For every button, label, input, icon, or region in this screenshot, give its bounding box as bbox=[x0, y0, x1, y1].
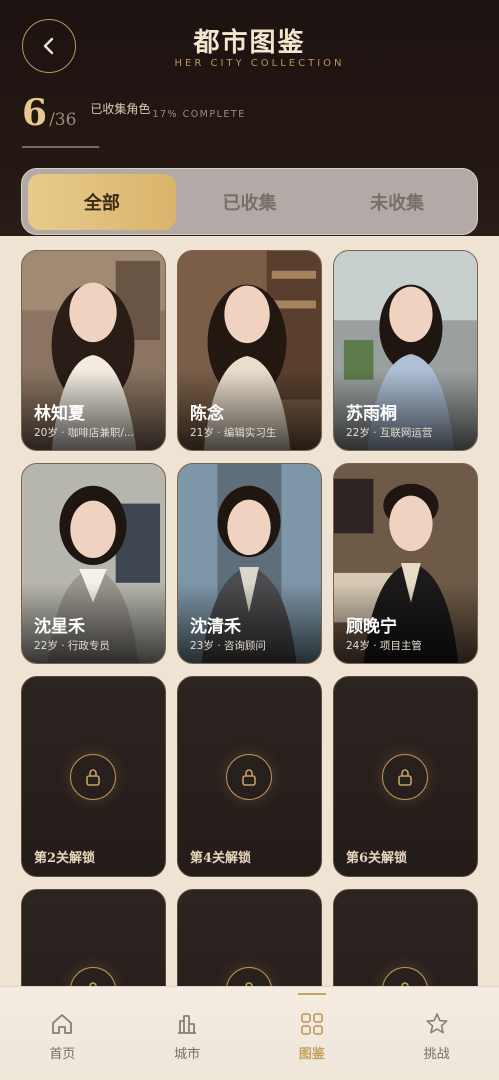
city-icon bbox=[178, 1015, 197, 1034]
nav-city-label: 城市 bbox=[174, 1047, 201, 1062]
star-icon bbox=[426, 1013, 448, 1034]
nav-collection[interactable]: 图鉴 bbox=[250, 987, 375, 1080]
character-info: 20岁 · 咖啡店兼职/... bbox=[34, 427, 134, 439]
character-card[interactable]: 顾晚宁 24岁 · 项目主管 bbox=[333, 463, 478, 664]
character-card[interactable]: 沈星禾 22岁 · 行政专员 bbox=[21, 463, 166, 664]
collection-progress: 6 /36 已收集角色 17% COMPLETE bbox=[22, 92, 246, 134]
progress-bar bbox=[22, 146, 477, 148]
nav-home-label: 首页 bbox=[49, 1047, 76, 1062]
character-name: 苏雨桐 bbox=[346, 404, 397, 424]
character-grid: 林知夏 20岁 · 咖啡店兼职/... 陈念 21岁 · 编辑实习生 苏雨桐 2… bbox=[21, 250, 479, 1080]
nav-challenge-label: 挑战 bbox=[423, 1047, 450, 1062]
collection-icon bbox=[300, 1013, 323, 1035]
progress-fill bbox=[22, 146, 100, 148]
unlock-condition: 第6关解锁 bbox=[346, 851, 408, 866]
character-card[interactable]: 林知夏 20岁 · 咖啡店兼职/... bbox=[21, 250, 166, 451]
tab-uncollected[interactable]: 未收集 bbox=[323, 174, 471, 230]
character-card[interactable]: 苏雨桐 22岁 · 互联网运营 bbox=[333, 250, 478, 451]
character-info: 21岁 · 编辑实习生 bbox=[190, 427, 277, 439]
character-info: 22岁 · 行政专员 bbox=[34, 640, 110, 652]
character-name: 沈清禾 bbox=[190, 617, 241, 637]
nav-city[interactable]: 城市 bbox=[125, 987, 250, 1080]
lock-icon bbox=[226, 754, 272, 800]
locked-card[interactable]: 第2关解锁 bbox=[21, 676, 166, 877]
bottom-nav: 首页 城市 图鉴 挑战 bbox=[0, 986, 499, 1080]
total-count: /36 bbox=[49, 110, 77, 130]
unlock-condition: 第2关解锁 bbox=[34, 851, 96, 866]
nav-collection-label: 图鉴 bbox=[298, 1047, 325, 1062]
lock-icon bbox=[70, 754, 116, 800]
home-icon bbox=[52, 1014, 73, 1034]
character-info: 22岁 · 互联网运营 bbox=[346, 427, 433, 439]
tab-collected[interactable]: 已收集 bbox=[176, 174, 324, 230]
character-info: 24岁 · 项目主管 bbox=[346, 640, 422, 652]
active-indicator bbox=[297, 993, 326, 995]
character-info: 23岁 · 咨询顾问 bbox=[190, 640, 266, 652]
character-name: 林知夏 bbox=[34, 404, 85, 424]
filter-tabs: 全部 已收集 未收集 bbox=[21, 168, 478, 235]
nav-challenge[interactable]: 挑战 bbox=[374, 987, 499, 1080]
character-name: 沈星禾 bbox=[34, 617, 85, 637]
character-name: 顾晚宁 bbox=[346, 617, 397, 637]
locked-card[interactable]: 第6关解锁 bbox=[333, 676, 478, 877]
tab-all[interactable]: 全部 bbox=[28, 173, 176, 230]
locked-card[interactable]: 第4关解锁 bbox=[177, 676, 322, 877]
page-title: 都市图鉴 bbox=[193, 28, 306, 58]
character-card[interactable]: 陈念 21岁 · 编辑实习生 bbox=[177, 250, 322, 451]
character-card[interactable]: 沈清禾 23岁 · 咨询顾问 bbox=[177, 463, 322, 664]
collected-count: 6 bbox=[22, 92, 48, 134]
complete-label: 17% COMPLETE bbox=[152, 109, 246, 120]
character-name: 陈念 bbox=[190, 404, 224, 424]
unlock-condition: 第4关解锁 bbox=[190, 851, 252, 866]
nav-home[interactable]: 首页 bbox=[0, 987, 125, 1080]
collected-label: 已收集角色 bbox=[90, 102, 151, 116]
lock-icon bbox=[382, 754, 428, 800]
page-subtitle: HER CITY COLLECTION bbox=[174, 58, 345, 69]
